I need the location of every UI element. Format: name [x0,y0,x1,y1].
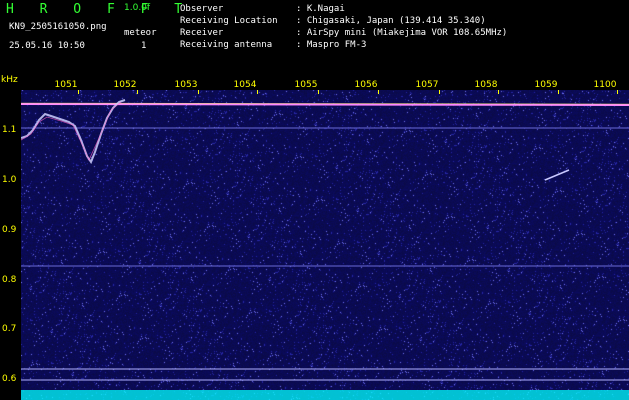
y-tick-label: 0.8 [2,275,17,285]
x-tick-label: 1054 [233,80,257,90]
y-tick-label: 1.1 [2,125,17,135]
x-tick-mark [617,90,618,94]
x-tick-mark [558,90,559,94]
spectrogram-plot [21,90,629,400]
y-axis-unit: kHz [1,75,18,85]
info-value-antenna: : Maspro FM-3 [296,40,367,50]
x-tick-label: 1051 [54,80,78,90]
info-label-observer: Observer [180,4,224,14]
x-tick-label: 1053 [174,80,198,90]
meteor-echo-trace [21,99,126,165]
meteor-count: 1 [141,41,147,51]
info-value-receiver: : AirSpy mini (Miakejima VOR 108.65MHz) [296,28,508,38]
y-tick-label: 0.9 [2,225,17,235]
app-title: H R O F F T [6,2,192,17]
x-tick-mark [318,90,319,94]
x-tick-mark [439,90,440,94]
info-value-location: : Chigasaki, Japan (139.414 35.340) [296,16,486,26]
x-tick-mark [257,90,258,94]
meteor-streak [544,169,570,181]
x-tick-label: 1100 [593,80,617,90]
spectrogram-overlay [21,99,629,400]
x-tick-mark [498,90,499,94]
carrier-line [21,103,629,106]
x-tick-label: 1057 [415,80,439,90]
y-tick-label: 0.7 [2,324,17,334]
hrofft-window: H R O F F T 1.0.0f KN9_2505161050.png 25… [0,0,629,400]
filename-label: KN9_2505161050.png [9,22,107,32]
info-label-antenna: Receiving antenna [180,40,273,50]
x-tick-label: 1058 [474,80,498,90]
x-tick-mark [78,90,79,94]
x-tick-mark [137,90,138,94]
x-tick-mark [378,90,379,94]
x-tick-label: 1059 [534,80,558,90]
x-tick-label: 1052 [113,80,137,90]
x-tick-label: 1056 [354,80,378,90]
x-tick-label: 1055 [294,80,318,90]
noise-baseline [21,390,629,400]
datetime-label: 25.05.16 10:50 [9,41,85,51]
info-label-receiver: Receiver [180,28,224,38]
y-tick-label: 1.0 [2,175,17,185]
info-value-observer: : K.Nagai [296,4,345,14]
meteor-echo-trace-overlay [21,101,122,161]
version-label: 1.0.0f [124,3,151,13]
meteor-label: meteor [124,28,157,38]
y-tick-label: 0.6 [2,374,17,384]
info-label-location: Receiving Location [180,16,278,26]
x-tick-mark [198,90,199,94]
